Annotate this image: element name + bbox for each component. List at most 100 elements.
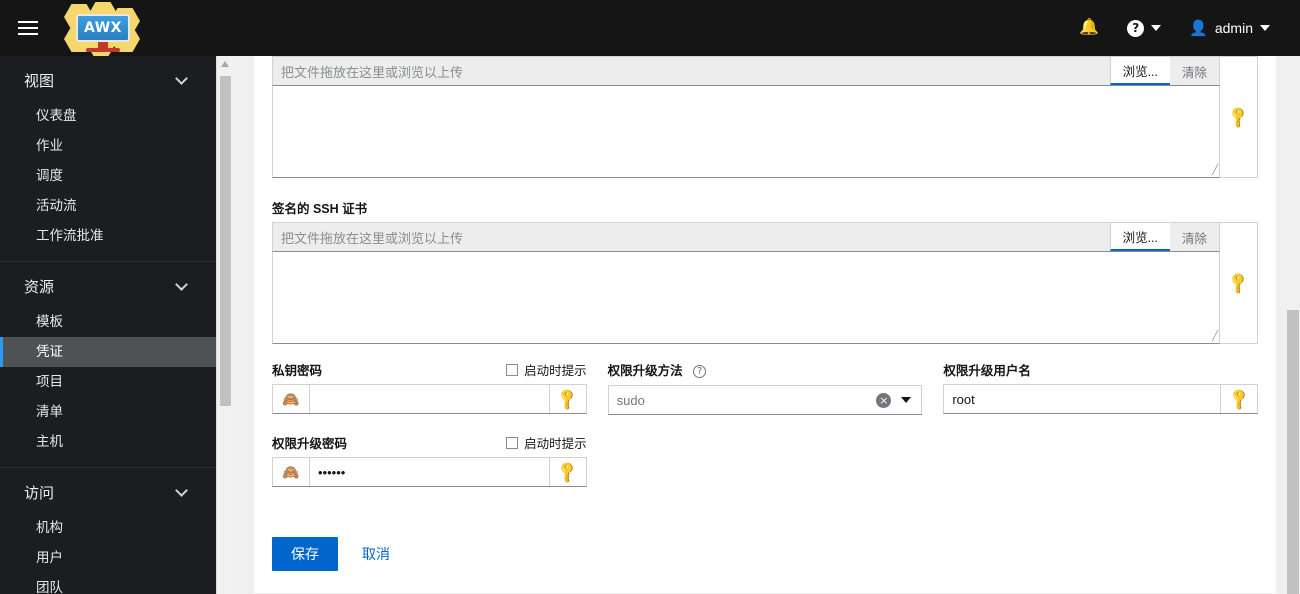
sidebar-item-users[interactable]: 用户 xyxy=(0,543,216,573)
sidebar-item-schedules[interactable]: 调度 xyxy=(0,161,216,191)
help-menu[interactable]: ? xyxy=(1113,0,1175,56)
private-key-field: 把文件拖放在这里或浏览以上传 浏览... 清除 ╱ 🔑 xyxy=(272,56,1258,178)
signed-ssh-certificate-browse-button[interactable]: 浏览... xyxy=(1109,223,1170,251)
awx-logo-text: AWX xyxy=(76,14,130,42)
hamburger-bar xyxy=(18,33,38,35)
form-row-1: 私钥密码 启动时提示 🙈 🔑 权限升级方法 ? sudo × 权限升级用户名 r… xyxy=(272,344,1259,415)
form-row-2: 权限升级密码 启动时提示 🙈 🔑 xyxy=(272,415,1258,509)
key-icon: 🔑 xyxy=(548,458,586,486)
awx-brand-logo[interactable]: AWX xyxy=(60,2,144,56)
prompt-on-launch-label: 启动时提示 xyxy=(524,364,587,378)
resize-grip-icon[interactable]: ╱ xyxy=(1212,165,1218,176)
chevron-down-icon xyxy=(175,484,188,497)
private-key-encrypted-icon: 🔑 xyxy=(1220,56,1258,178)
nav-group-views: 视图 仪表盘 作业 调度 活动流 工作流批准 xyxy=(0,56,216,262)
private-key-passphrase-label-row: 私钥密码 启动时提示 xyxy=(272,360,587,379)
privilege-escalation-method-label: 权限升级方法 xyxy=(607,364,683,378)
privilege-escalation-method-select[interactable]: sudo × xyxy=(607,385,923,415)
sidebar-item-credentials[interactable]: 凭证 xyxy=(0,337,216,367)
private-key-upload-placeholder: 把文件拖放在这里或浏览以上传 xyxy=(273,57,1110,85)
private-key-textarea[interactable] xyxy=(272,86,1220,178)
page-scrollbar[interactable] xyxy=(1285,56,1300,594)
signed-ssh-certificate-label: 签名的 SSH 证书 xyxy=(272,202,368,216)
sidebar-item-inventories[interactable]: 清单 xyxy=(0,397,216,427)
nav-group-header-access[interactable]: 访问 xyxy=(0,468,216,513)
nav-group-header-views[interactable]: 视图 xyxy=(0,56,216,101)
hamburger-menu-icon[interactable] xyxy=(0,0,56,56)
sidebar-scrollbar-thumb[interactable] xyxy=(220,76,231,406)
sidebar-item-hosts[interactable]: 主机 xyxy=(0,427,216,457)
privilege-escalation-password-input-group: 🙈 🔑 xyxy=(272,457,587,487)
sidebar-item-dashboard[interactable]: 仪表盘 xyxy=(0,101,216,131)
privilege-escalation-username-field: 权限升级用户名 🔑 xyxy=(943,360,1259,415)
chevron-down-icon xyxy=(175,72,188,85)
eye-slash-icon[interactable]: 🙈 xyxy=(273,458,310,486)
hamburger-bar xyxy=(18,27,38,29)
privilege-escalation-method-value: sudo xyxy=(616,392,645,408)
sidebar-item-activity-stream[interactable]: 活动流 xyxy=(0,191,216,221)
privilege-escalation-password-prompt-on-launch[interactable]: 启动时提示 xyxy=(506,433,587,452)
signed-ssh-certificate-field: 签名的 SSH 证书 把文件拖放在这里或浏览以上传 浏览... 清除 ╱ 🔑 xyxy=(272,178,1258,344)
notifications-button[interactable]: 🔔 xyxy=(1065,0,1113,56)
chevron-down-icon[interactable] xyxy=(901,397,912,403)
signed-ssh-certificate-textarea[interactable] xyxy=(272,252,1220,344)
privilege-escalation-password-label-row: 权限升级密码 启动时提示 xyxy=(272,433,587,452)
private-key-clear-button[interactable]: 清除 xyxy=(1169,57,1219,85)
nav-group-resources: 资源 模板 凭证 项目 清单 主机 xyxy=(0,262,216,468)
form-row-2-spacer xyxy=(943,433,1258,487)
page-scrollbar-thumb[interactable] xyxy=(1287,310,1299,594)
sidebar-item-templates[interactable]: 模板 xyxy=(0,307,216,337)
sidebar-item-teams[interactable]: 团队 xyxy=(0,573,216,594)
masthead: AWX 🔔 ? 👤 admin xyxy=(0,0,1300,56)
sidebar-item-projects[interactable]: 项目 xyxy=(0,367,216,397)
nav-group-header-resources[interactable]: 资源 xyxy=(0,262,216,307)
prompt-on-launch-checkbox[interactable] xyxy=(506,436,519,449)
privilege-escalation-method-label-row: 权限升级方法 ? xyxy=(608,360,923,380)
bell-icon: 🔔 xyxy=(1079,19,1100,36)
form-row-2-spacer xyxy=(608,433,923,487)
resize-grip-icon[interactable]: ╱ xyxy=(1212,331,1218,342)
clear-selection-icon[interactable]: × xyxy=(876,392,892,408)
user-menu[interactable]: 👤 admin xyxy=(1175,0,1284,56)
private-key-passphrase-label: 私钥密码 xyxy=(272,364,323,378)
privilege-escalation-method-label-wrap: 权限升级方法 ? xyxy=(607,360,707,380)
username-label: admin xyxy=(1214,20,1253,36)
sidebar-item-organizations[interactable]: 机构 xyxy=(0,513,216,543)
help-icon: ? xyxy=(1127,19,1145,37)
sidebar-item-workflow-approvals[interactable]: 工作流批准 xyxy=(0,221,216,251)
save-button[interactable]: 保存 xyxy=(272,537,338,571)
private-key-passphrase-field: 私钥密码 启动时提示 🙈 🔑 xyxy=(272,360,587,415)
private-key-passphrase-input[interactable] xyxy=(310,385,549,413)
key-icon: 🔑 xyxy=(548,385,586,413)
privilege-escalation-method-field: 权限升级方法 ? sudo × xyxy=(607,360,923,415)
eye-slash-icon[interactable]: 🙈 xyxy=(273,385,310,413)
private-key-browse-button[interactable]: 浏览... xyxy=(1109,57,1170,85)
privilege-escalation-username-input[interactable] xyxy=(944,385,1221,413)
user-avatar-icon: 👤 xyxy=(1189,19,1208,37)
privilege-escalation-password-label: 权限升级密码 xyxy=(272,437,348,451)
nav-group-title: 资源 xyxy=(24,279,55,296)
main-content: 把文件拖放在这里或浏览以上传 浏览... 清除 ╱ 🔑 签名的 SSH 证书 把… xyxy=(233,56,1300,594)
sidebar-navigation: 视图 仪表盘 作业 调度 活动流 工作流批准 资源 模板 凭证 项目 清单 主机… xyxy=(0,56,216,594)
privilege-escalation-username-input-group: 🔑 xyxy=(943,384,1259,414)
sidebar-item-jobs[interactable]: 作业 xyxy=(0,131,216,161)
key-icon: 🔑 xyxy=(1226,270,1252,296)
nav-group-access: 访问 机构 用户 团队 xyxy=(0,468,216,594)
signed-ssh-certificate-encrypted-icon: 🔑 xyxy=(1220,222,1258,344)
private-key-passphrase-prompt-on-launch[interactable]: 启动时提示 xyxy=(506,360,587,379)
sidebar-scrollbar[interactable] xyxy=(216,56,233,594)
signed-ssh-certificate-clear-button[interactable]: 清除 xyxy=(1169,223,1219,251)
signed-ssh-certificate-upload: 把文件拖放在这里或浏览以上传 浏览... 清除 ╱ 🔑 xyxy=(272,222,1258,344)
cancel-button[interactable]: 取消 xyxy=(348,537,404,571)
privilege-escalation-password-input[interactable] xyxy=(310,458,549,486)
awx-logo-base xyxy=(86,48,120,52)
private-key-upload: 把文件拖放在这里或浏览以上传 浏览... 清除 ╱ 🔑 xyxy=(272,56,1258,178)
privilege-escalation-username-label-row: 权限升级用户名 xyxy=(943,360,1258,379)
credential-form-card: 把文件拖放在这里或浏览以上传 浏览... 清除 ╱ 🔑 签名的 SSH 证书 把… xyxy=(254,56,1276,593)
private-key-passphrase-input-group: 🙈 🔑 xyxy=(272,384,587,414)
scroll-up-arrow-icon[interactable] xyxy=(221,61,229,67)
key-icon: 🔑 xyxy=(1220,385,1258,413)
help-tooltip-icon[interactable]: ? xyxy=(693,365,707,378)
prompt-on-launch-checkbox[interactable] xyxy=(506,363,519,376)
key-icon: 🔑 xyxy=(1226,104,1252,130)
